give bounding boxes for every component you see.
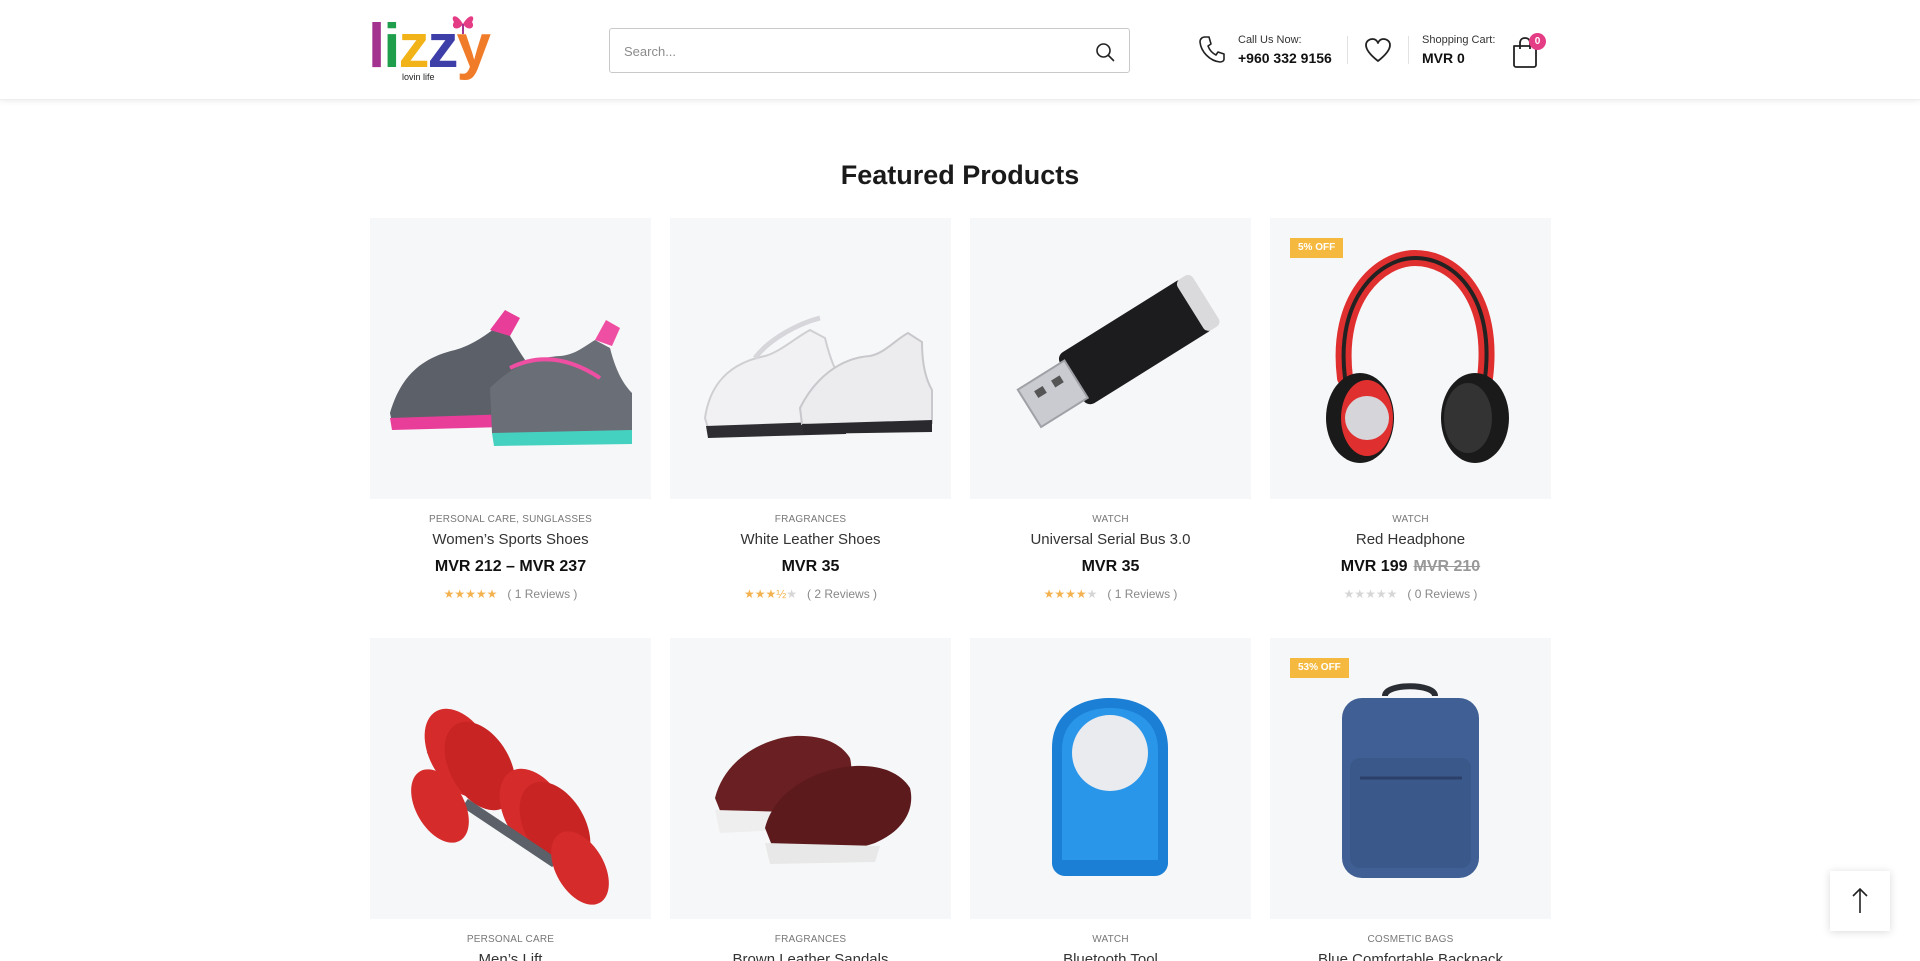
search-icon[interactable]	[1095, 42, 1115, 62]
product-category[interactable]: WATCH	[970, 934, 1251, 945]
sports-shoes-image	[390, 310, 632, 446]
discount-badge: 5% OFF	[1290, 238, 1344, 258]
product-category[interactable]: PERSONAL CARE	[370, 934, 651, 945]
site-header: lizzy lovin life Call Us Now: +960 332 9…	[0, 0, 1920, 100]
product-image[interactable]	[670, 638, 951, 919]
call-number[interactable]: +960 332 9156	[1238, 50, 1332, 66]
heart-icon[interactable]	[1364, 37, 1392, 63]
product-image[interactable]	[970, 218, 1251, 499]
scroll-to-top-button[interactable]	[1830, 871, 1890, 931]
product-title[interactable]: Blue Comfortable Backpack	[1270, 951, 1551, 961]
price-current: MVR 35	[1081, 558, 1140, 575]
star-rating: ★★★★★	[1343, 586, 1398, 601]
brown-shoes-image	[715, 735, 912, 864]
cart-label: Shopping Cart:	[1422, 34, 1496, 46]
section-title: Featured Products	[840, 160, 1080, 190]
price-current: MVR 212 – MVR 237	[434, 558, 587, 575]
phone-icon	[1199, 36, 1225, 63]
product-title[interactable]: Red Headphone	[1270, 531, 1551, 548]
product-category[interactable]: PERSONAL CARE, SUNGLASSES	[370, 514, 651, 525]
product-image[interactable]: 5% OFF	[1270, 218, 1551, 499]
header-divider	[1408, 36, 1409, 64]
discount-badge: 53% OFF	[1290, 658, 1349, 678]
price-current: MVR 199	[1340, 558, 1408, 575]
product-category[interactable]: COSMETIC BAGS	[1270, 934, 1551, 945]
product-price: MVR 35	[670, 558, 951, 576]
product-rating: ★★★½★ ( 2 Reviews )	[670, 586, 951, 601]
product-title[interactable]: Women’s Sports Shoes	[370, 531, 651, 548]
product-category[interactable]: FRAGRANCES	[670, 934, 951, 945]
review-count[interactable]: ( 1 Reviews )	[1107, 587, 1177, 601]
white-shoes-image	[703, 315, 933, 438]
product-price: MVR 199 MVR 210	[1270, 558, 1551, 576]
bluetooth-device-image	[1052, 698, 1168, 876]
product-category[interactable]: WATCH	[970, 514, 1251, 525]
star-rating: ★★★★★	[443, 586, 498, 601]
cart-count-badge: 0	[1529, 33, 1546, 50]
review-count[interactable]: ( 1 Reviews )	[507, 587, 577, 601]
product-image[interactable]	[370, 218, 651, 499]
dumbbell-image	[411, 708, 609, 905]
arrow-up-icon	[1852, 887, 1868, 913]
logo-tagline: lovin life	[402, 72, 435, 82]
headphone-image	[1326, 249, 1509, 463]
product-image[interactable]	[970, 638, 1251, 919]
product-rating: ★★★★★ ( 0 Reviews )	[1270, 586, 1551, 601]
site-logo[interactable]: lizzy lovin life	[368, 10, 491, 90]
review-count[interactable]: ( 0 Reviews )	[1407, 587, 1477, 601]
search-input[interactable]	[624, 41, 1054, 61]
price-current: MVR 35	[781, 558, 840, 575]
cart-total: MVR 0	[1422, 50, 1465, 66]
star-rating: ★★★★★	[1043, 586, 1098, 601]
product-rating: ★★★★★ ( 1 Reviews )	[970, 586, 1251, 601]
header-divider	[1347, 36, 1348, 64]
butterfly-icon	[452, 16, 474, 34]
product-title[interactable]: Bluetooth Tool	[970, 951, 1251, 961]
search-box	[609, 28, 1130, 73]
product-category[interactable]: FRAGRANCES	[670, 514, 951, 525]
product-image[interactable]	[370, 638, 651, 919]
review-count[interactable]: ( 2 Reviews )	[807, 587, 877, 601]
product-price: MVR 35	[970, 558, 1251, 576]
product-title[interactable]: Universal Serial Bus 3.0	[970, 531, 1251, 548]
price-old: MVR 210	[1413, 558, 1481, 575]
product-image[interactable]	[670, 218, 951, 499]
product-rating: ★★★★★ ( 1 Reviews )	[370, 586, 651, 601]
star-rating: ★★★½★	[743, 586, 798, 601]
product-price: MVR 212 – MVR 237	[370, 558, 651, 576]
usb-drive-image	[1016, 274, 1220, 429]
product-category[interactable]: WATCH	[1270, 514, 1551, 525]
product-title[interactable]: Brown Leather Sandals	[670, 951, 951, 961]
product-title[interactable]: White Leather Shoes	[670, 531, 951, 548]
product-title[interactable]: Men’s Lift	[370, 951, 651, 961]
call-label: Call Us Now:	[1238, 34, 1302, 46]
backpack-image	[1342, 683, 1479, 878]
product-image[interactable]: 53% OFF	[1270, 638, 1551, 919]
